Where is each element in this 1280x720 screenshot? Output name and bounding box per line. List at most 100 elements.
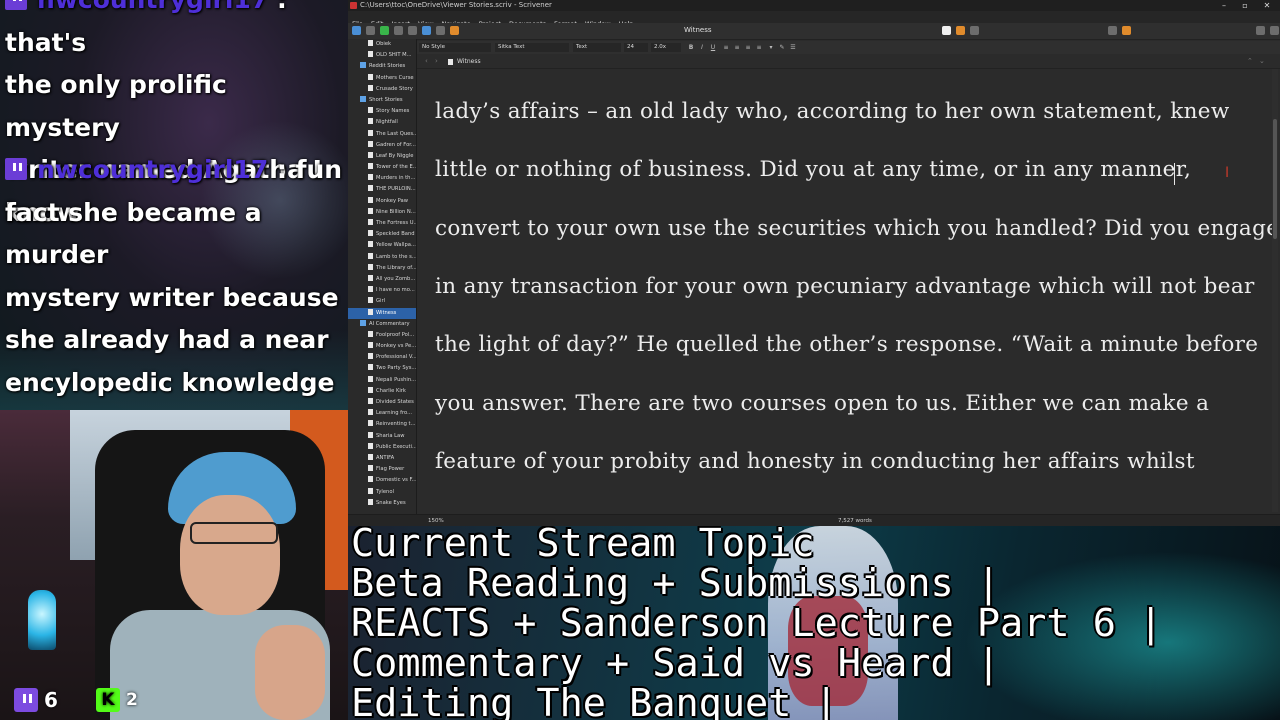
binder-item[interactable]: ANTIFA: [348, 453, 416, 464]
binder-item[interactable]: Sharia Law: [348, 431, 416, 442]
down-arrow-icon[interactable]: ⌄: [1259, 55, 1265, 68]
inspector-icon[interactable]: [1256, 26, 1265, 35]
binder-item[interactable]: Nepali Pushin...: [348, 375, 416, 386]
document-icon: [368, 353, 373, 360]
binder-item[interactable]: I have no mo...: [348, 285, 416, 296]
editor-scrollbar[interactable]: [1272, 69, 1278, 512]
binder-item-label: Nine Billion N...: [376, 208, 416, 215]
binder-item[interactable]: Crusade Story: [348, 84, 416, 95]
add-folder-icon[interactable]: [394, 26, 403, 35]
binder-item[interactable]: Obiek: [348, 39, 416, 50]
document-icon: [368, 342, 373, 349]
binder-item[interactable]: Murders in th...: [348, 173, 416, 184]
up-arrow-icon[interactable]: ⌃: [1247, 55, 1253, 68]
binder-item[interactable]: Nine Billion N...: [348, 207, 416, 218]
justify-icon[interactable]: ≡: [755, 43, 763, 52]
compile-icon[interactable]: [422, 26, 431, 35]
text-editor[interactable]: lady’s affairs – an old lady who, accord…: [417, 69, 1272, 512]
binder-item[interactable]: Monkey Paw: [348, 196, 416, 207]
bookmark-icon[interactable]: [1122, 26, 1131, 35]
scrollbar-thumb[interactable]: [1273, 119, 1277, 239]
minimize-button[interactable]: –: [1214, 0, 1234, 11]
forward-arrow-icon[interactable]: ›: [435, 55, 438, 68]
binder-item[interactable]: THE PURLOIN...: [348, 184, 416, 195]
line-spacing-select[interactable]: 2.0x: [651, 43, 681, 52]
editor-text-line[interactable]: the light of day?” He quelled the other’…: [435, 332, 1258, 357]
binder-item[interactable]: OLD SHIT M...: [348, 50, 416, 61]
binder-item[interactable]: Divided States: [348, 397, 416, 408]
binder-item[interactable]: Snake Eyes: [348, 498, 416, 509]
binder-item-label: Mothers Curse: [376, 74, 414, 81]
close-button[interactable]: ✕: [1257, 0, 1277, 11]
editor-text-line[interactable]: lady’s affairs – an old lady who, accord…: [435, 99, 1230, 124]
binder-item[interactable]: Learning fro...: [348, 408, 416, 419]
font-select[interactable]: Sitka Text: [495, 43, 569, 52]
chat-message-text: encylopedic knowledge of: [5, 367, 335, 397]
editor-text-line[interactable]: convert to your own use the securities w…: [435, 216, 1272, 241]
edit-icon[interactable]: [450, 26, 459, 35]
binder-item[interactable]: Domestic vs F...: [348, 475, 416, 486]
back-arrow-icon[interactable]: ‹: [425, 55, 428, 68]
zoom-level[interactable]: 150%: [428, 515, 444, 526]
editor-text-line[interactable]: in any transaction for your own pecuniar…: [435, 274, 1255, 299]
document-icon: [368, 286, 373, 293]
corkboard-view-icon[interactable]: [956, 26, 965, 35]
binder-item[interactable]: Tylenol: [348, 487, 416, 498]
binder-item[interactable]: All you Zomb...: [348, 274, 416, 285]
font-size-select[interactable]: 24: [624, 43, 648, 52]
binder-item[interactable]: Girl: [348, 296, 416, 307]
binder-item[interactable]: Witness: [348, 307, 416, 319]
style-select[interactable]: No Style: [419, 43, 491, 52]
editor-text-line[interactable]: you answer. There are two courses open t…: [435, 391, 1209, 416]
editor-view-icon[interactable]: [942, 26, 951, 35]
binder-item[interactable]: Yellow Wallpa...: [348, 240, 416, 251]
binder-item-label: Snake Eyes: [376, 499, 406, 506]
align-right-icon[interactable]: ≡: [744, 43, 752, 52]
binder-item[interactable]: Tower of the E...: [348, 162, 416, 173]
history-icon[interactable]: [366, 26, 375, 35]
add-document-icon[interactable]: [380, 26, 389, 35]
list-icon[interactable]: ☰: [789, 43, 797, 52]
binder-item[interactable]: Flag Power: [348, 464, 416, 475]
binder-item[interactable]: Two Party Sys...: [348, 363, 416, 374]
webcam-feed: [0, 410, 348, 720]
binder-item[interactable]: Monkey vs Pe...: [348, 341, 416, 352]
binder-item[interactable]: Lamb to the s...: [348, 252, 416, 263]
binder-item[interactable]: Short Stories: [348, 95, 416, 106]
binder-item[interactable]: Reddit Stories: [348, 61, 416, 72]
outline-view-icon[interactable]: [970, 26, 979, 35]
underline-button[interactable]: U: [709, 43, 717, 52]
binder-item[interactable]: Professional V...: [348, 352, 416, 363]
editor-text-line[interactable]: feature of your probity and honesty in c…: [435, 449, 1195, 474]
highlight-icon[interactable]: ✎: [778, 43, 786, 52]
binder-item[interactable]: Mothers Curse: [348, 73, 416, 84]
stream-topic-line: REACTS + Sanderson Lecture Part 6 |: [351, 601, 1163, 646]
align-center-icon[interactable]: ≡: [733, 43, 741, 52]
italic-button[interactable]: I: [698, 43, 706, 52]
bold-button[interactable]: B: [687, 43, 695, 52]
binder-item[interactable]: Charlie Kirk: [348, 386, 416, 397]
sync-icon[interactable]: [1270, 26, 1279, 35]
binder-item[interactable]: Nightfall: [348, 117, 416, 128]
maximize-button[interactable]: ▫: [1235, 0, 1255, 11]
format-bar: No Style Sitka Text Text 24 2.0x B I U ≡…: [417, 41, 1280, 54]
binder-item[interactable]: The Last Ques...: [348, 129, 416, 140]
text-color-icon[interactable]: ▾: [767, 43, 775, 52]
binder-item[interactable]: Speckled Band: [348, 229, 416, 240]
search-icon[interactable]: [436, 26, 445, 35]
binder-item[interactable]: AI Commentary: [348, 319, 416, 330]
share-icon[interactable]: [1108, 26, 1117, 35]
binder-item[interactable]: Reinventing t...: [348, 419, 416, 430]
binder-toggle-icon[interactable]: [352, 26, 361, 35]
binder-item[interactable]: The Fortress U...: [348, 218, 416, 229]
trash-icon[interactable]: [408, 26, 417, 35]
align-left-icon[interactable]: ≡: [722, 43, 730, 52]
typeface-select[interactable]: Text: [573, 43, 621, 52]
binder-item[interactable]: The Library of...: [348, 263, 416, 274]
binder-item[interactable]: Gadren of For...: [348, 140, 416, 151]
binder-item[interactable]: Foolproof Pol...: [348, 330, 416, 341]
binder-item[interactable]: Leaf By Niggle: [348, 151, 416, 162]
binder-item[interactable]: Public Executi...: [348, 442, 416, 453]
binder-item[interactable]: Story Names: [348, 106, 416, 117]
editor-text-line[interactable]: little or nothing of business. Did you a…: [435, 157, 1191, 182]
